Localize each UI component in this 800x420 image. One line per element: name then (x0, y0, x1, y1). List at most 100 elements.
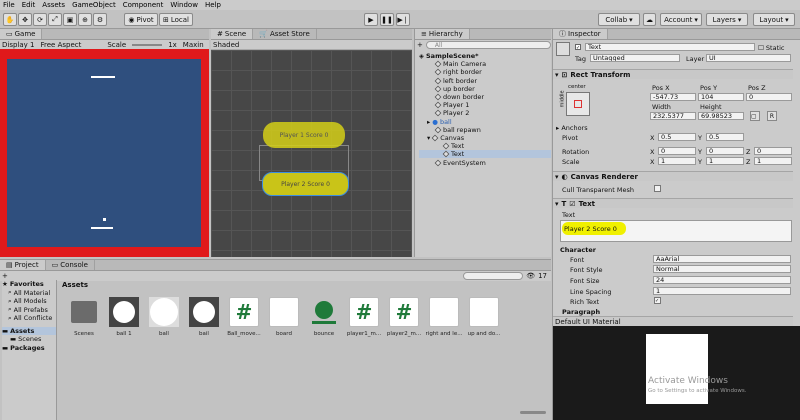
scale-x-field[interactable]: 1 (658, 157, 696, 165)
enabled-checkbox[interactable]: ☑ (569, 200, 575, 208)
hierarchy-item[interactable]: right border (419, 68, 551, 76)
rect-tool-icon[interactable]: ▣ (63, 13, 77, 26)
scale-y-field[interactable]: 1 (706, 157, 744, 165)
anchors-foldout[interactable]: ▸ Anchors (556, 124, 588, 132)
pivot-y-field[interactable]: 0.5 (706, 133, 744, 141)
favorite-item[interactable]: ⌕ All Prefabs (2, 305, 56, 315)
asset-item[interactable]: # player1_m... (344, 296, 384, 337)
layout-dropdown[interactable]: Layout ▾ (753, 13, 795, 26)
layers-dropdown[interactable]: Layers ▾ (706, 13, 748, 26)
tab-console[interactable]: ▭ Console (45, 260, 95, 270)
hierarchy-item[interactable]: EventSystem (419, 158, 551, 167)
menu-help[interactable]: Help (205, 1, 221, 9)
pos-z-field[interactable]: 0 (746, 93, 792, 101)
display-dropdown[interactable]: Display 1 (2, 41, 34, 49)
scale-z-field[interactable]: 1 (754, 157, 792, 165)
hierarchy-item[interactable]: ▾ Canvas (419, 134, 551, 142)
static-checkbox[interactable]: ☐ Static (758, 44, 785, 52)
asset-item[interactable]: ball (144, 296, 184, 337)
pivot-x-field[interactable]: 0.5 (658, 133, 696, 141)
custom-tool-icon[interactable]: ⚙ (93, 13, 107, 26)
rich-text-checkbox[interactable]: ✓ (654, 297, 661, 304)
blueprint-button[interactable]: ▢ (750, 111, 760, 121)
zoom-slider[interactable] (520, 411, 546, 414)
active-checkbox[interactable]: ✓ (575, 44, 581, 51)
rect-transform-header[interactable]: ▾ ⊡ Rect Transform (553, 69, 793, 79)
tab-asset-store[interactable]: 🛒 Asset Store (253, 29, 317, 39)
collab-button[interactable]: Collab ▾ (598, 13, 640, 26)
aspect-dropdown[interactable]: Free Aspect (40, 41, 81, 49)
hierarchy-item[interactable]: down border (419, 93, 551, 101)
asset-item[interactable]: up and do... (464, 296, 504, 337)
hierarchy-item[interactable]: up border (419, 85, 551, 93)
line-spacing-field[interactable]: 1 (653, 287, 791, 295)
hand-tool-icon[interactable]: ✋ (3, 13, 17, 26)
anchor-preset-button[interactable] (566, 92, 590, 116)
account-dropdown[interactable]: Account ▾ (660, 13, 702, 26)
shading-dropdown[interactable]: Shaded (213, 41, 239, 49)
hierarchy-item[interactable]: Player 1 (419, 101, 551, 109)
object-name-field[interactable]: Text (585, 43, 755, 51)
raw-edit-button[interactable]: R (767, 111, 777, 121)
project-add-button[interactable]: + (2, 272, 8, 280)
layer-dropdown[interactable]: UI (706, 54, 791, 62)
pos-y-field[interactable]: 104 (698, 93, 744, 101)
play-button[interactable]: ▶ (364, 13, 378, 26)
asset-item[interactable]: board (264, 296, 304, 337)
favorites-foldout[interactable]: ★ Favorites (2, 280, 56, 289)
font-field[interactable]: Aa Arial (653, 255, 791, 263)
cull-checkbox[interactable] (654, 185, 661, 192)
menu-component[interactable]: Component (123, 1, 164, 9)
eye-icon[interactable]: 👁 (526, 272, 535, 280)
asset-item[interactable]: bounce (304, 296, 344, 337)
width-field[interactable]: 232.5377 (650, 112, 696, 120)
assets-folder-item[interactable]: ▬ Assets (2, 326, 56, 335)
rotation-z-field[interactable]: 0 (754, 147, 792, 155)
rotation-y-field[interactable]: 0 (706, 147, 744, 155)
material-header[interactable]: Default UI Material (553, 316, 793, 326)
step-button[interactable]: ▶❘ (396, 13, 410, 26)
height-field[interactable]: 69.98523 (698, 112, 744, 120)
hierarchy-item[interactable]: ball repawn (419, 126, 551, 134)
pos-x-field[interactable]: -547.73 (650, 93, 696, 101)
folder-item[interactable]: ▬ Scenes (2, 335, 56, 344)
hierarchy-item-selected[interactable]: Text (419, 150, 551, 159)
asset-item[interactable]: Scenes (64, 296, 104, 337)
tab-game[interactable]: ▭ Game (0, 29, 43, 39)
favorite-item[interactable]: ⌕ All Material (2, 288, 56, 298)
hierarchy-search-input[interactable]: All (425, 41, 551, 49)
asset-item[interactable]: # Ball_move... (224, 296, 264, 337)
transform-tool-icon[interactable]: ⊕ (78, 13, 92, 26)
rotation-x-field[interactable]: 0 (658, 147, 696, 155)
font-size-field[interactable]: 24 (653, 276, 791, 284)
hierarchy-item[interactable]: Main Camera (419, 60, 551, 68)
menu-gameobject[interactable]: GameObject (72, 1, 116, 9)
tab-project[interactable]: ▤ Project (0, 260, 46, 270)
tab-inspector[interactable]: ⓘ Inspector (553, 29, 608, 39)
pivot-toggle[interactable]: ◉ Pivot (124, 13, 158, 26)
hierarchy-item[interactable]: Player 2 (419, 109, 551, 117)
packages-folder-item[interactable]: ▬ Packages (2, 344, 56, 353)
menu-file[interactable]: File (3, 1, 15, 9)
project-search-input[interactable] (463, 272, 524, 280)
hierarchy-add-button[interactable]: + (417, 41, 423, 49)
maximize-toggle[interactable]: Maxin (183, 41, 204, 49)
pause-button[interactable]: ❚❚ (380, 13, 394, 26)
asset-item[interactable]: bail (184, 296, 224, 337)
cloud-button[interactable]: ☁ (643, 13, 656, 26)
scale-slider[interactable] (132, 43, 163, 46)
favorite-item[interactable]: ⌕ All Models (2, 297, 56, 306)
scene-player2-text[interactable]: Player 2 Score 0 (262, 172, 349, 196)
asset-item[interactable]: right and le... (424, 296, 464, 337)
hierarchy-item[interactable]: ▸ ● ball (419, 118, 551, 126)
menu-window[interactable]: Window (170, 1, 198, 9)
local-toggle[interactable]: ⊞ Local (159, 13, 193, 26)
scene-player1-text[interactable]: Player 1 Score 0 (263, 122, 345, 148)
canvas-renderer-header[interactable]: ▾ ◐ Canvas Renderer (553, 171, 793, 181)
move-tool-icon[interactable]: ✥ (18, 13, 32, 26)
tab-scene[interactable]: # Scene (211, 29, 254, 39)
hierarchy-item[interactable]: Text (419, 142, 551, 150)
tab-hierarchy[interactable]: ≡ Hierarchy (415, 29, 470, 39)
scale-tool-icon[interactable]: ⤢ (48, 13, 62, 26)
tag-dropdown[interactable]: Untagged (590, 54, 680, 62)
